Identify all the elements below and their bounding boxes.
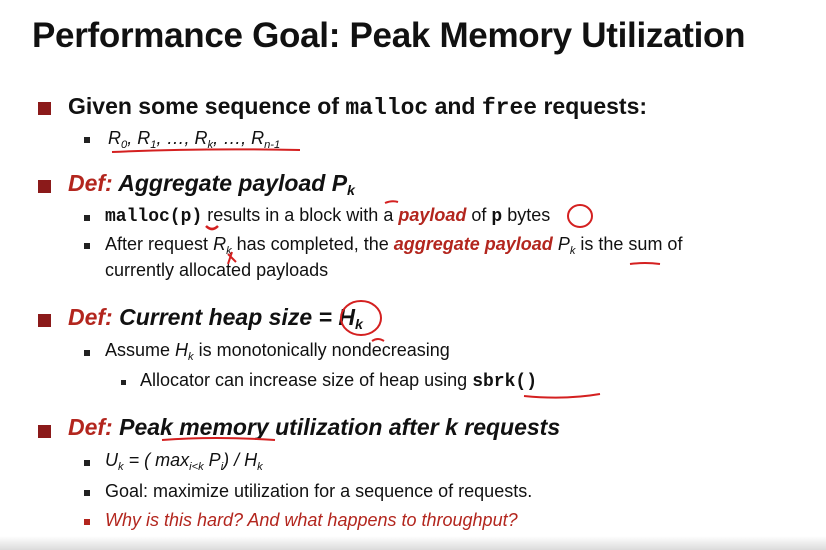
aggregate-payload-line: After request Rk has completed, the aggr… <box>105 234 683 257</box>
h-symbol: H <box>244 450 258 470</box>
text-segment: results in a block with a <box>202 205 399 225</box>
separator: , <box>213 128 224 148</box>
h-symbol: H <box>175 340 189 360</box>
r-symbol: R <box>194 128 208 148</box>
ink-underline-sbrk <box>523 393 601 399</box>
r-symbol: R <box>213 234 227 254</box>
bullet-marker <box>38 425 51 438</box>
slide-title: Performance Goal: Peak Memory Utilizatio… <box>32 16 746 55</box>
question-line: Why is this hard? And what happens to th… <box>105 510 518 530</box>
u-symbol: U <box>105 450 118 470</box>
ink-mark-block <box>384 200 399 204</box>
subscript: k <box>257 461 263 473</box>
text-segment: is monotonically nondecreasing <box>193 340 450 360</box>
def-label: Def: <box>68 170 113 196</box>
def-label: Def: <box>68 304 113 330</box>
bullet-4-heading: Def: Peak memory utilization after k req… <box>68 414 560 441</box>
text-segment: requests: <box>537 93 648 119</box>
sub-bullet-marker <box>84 490 90 496</box>
bullet-marker <box>38 314 51 327</box>
r-symbol: R <box>137 128 151 148</box>
r-symbol: R <box>108 128 121 148</box>
subscript: k <box>347 183 355 199</box>
text-segment: is the sum of <box>575 234 683 254</box>
subscript: n-1 <box>264 139 281 151</box>
text-segment: Assume <box>105 340 176 360</box>
sub-bullet-marker <box>84 350 90 356</box>
sub-bullet-marker <box>84 243 90 249</box>
separator: , <box>127 128 138 148</box>
r-symbol: R <box>251 128 265 148</box>
bullet-marker <box>38 180 51 193</box>
subscript: k <box>354 317 363 333</box>
text-segment: After request <box>105 234 214 254</box>
ellipsis: … <box>223 128 242 148</box>
sub-bullet-marker <box>84 460 90 466</box>
ellipsis: … <box>166 128 185 148</box>
sbrk-line: Allocator can increase size of heap usin… <box>140 370 537 392</box>
code-sbrk: sbrk() <box>472 372 538 392</box>
utilization-formula: Uk = ( maxi<k Pi) / Hk <box>105 450 263 473</box>
code-text: p <box>180 207 192 227</box>
aggregate-payload-line-2: currently allocated payloads <box>105 260 329 280</box>
ink-underline-pk <box>629 262 661 265</box>
text-segment: Allocator can increase size of heap usin… <box>140 370 473 390</box>
text-segment: has completed, the <box>231 234 394 254</box>
text-segment: Given some sequence of <box>68 93 346 119</box>
bullet-1-text: Given some sequence of malloc and free r… <box>68 93 647 121</box>
text-segment: and <box>428 93 482 119</box>
heading-text: Aggregate payload P <box>112 170 348 196</box>
separator: , <box>184 128 195 148</box>
text-segment: = ( max <box>123 450 190 470</box>
def-label: Def: <box>68 414 113 440</box>
code-text: malloc( <box>105 207 181 227</box>
separator: , <box>156 128 167 148</box>
monotonic-line: Assume Hk is monotonically nondecreasing <box>105 340 450 363</box>
text-segment: bytes <box>502 205 551 225</box>
subscript: i<k <box>189 461 204 473</box>
p-symbol: P <box>557 234 570 254</box>
request-sequence: R0, R1, …, Rk, …, Rn-1 <box>108 128 281 151</box>
h-symbol: H <box>338 304 355 330</box>
text-segment: of <box>466 205 492 225</box>
bullet-3-heading: Def: Current heap size = Hk <box>68 304 363 333</box>
code-malloc: malloc <box>345 95 429 121</box>
bullet-marker <box>38 102 51 115</box>
ink-circle-p <box>567 204 593 228</box>
bottom-shadow <box>0 536 826 550</box>
p-symbol: P <box>203 450 221 470</box>
sub-bullet-marker <box>84 137 90 143</box>
sub-bullet-marker <box>84 519 90 525</box>
code-text: ) <box>191 207 203 227</box>
malloc-payload-line: malloc(p) results in a block with a payl… <box>105 205 550 227</box>
heading-text: Current heap size = <box>112 304 339 330</box>
slide: Performance Goal: Peak Memory Utilizatio… <box>0 0 826 550</box>
aggregate-payload-term: aggregate payload <box>393 234 553 254</box>
bullet-2-heading: Def: Aggregate payload Pk <box>68 170 355 199</box>
payload-term: payload <box>398 205 467 225</box>
sub-sub-bullet-marker <box>121 380 126 385</box>
code-text: p <box>491 207 503 227</box>
text-segment: ) / <box>223 450 245 470</box>
code-free: free <box>481 95 538 121</box>
sub-bullet-marker <box>84 215 90 221</box>
goal-line: Goal: maximize utilization for a sequenc… <box>105 481 533 501</box>
heading-text: Peak memory utilization after k requests <box>112 414 561 440</box>
separator: , <box>241 128 252 148</box>
